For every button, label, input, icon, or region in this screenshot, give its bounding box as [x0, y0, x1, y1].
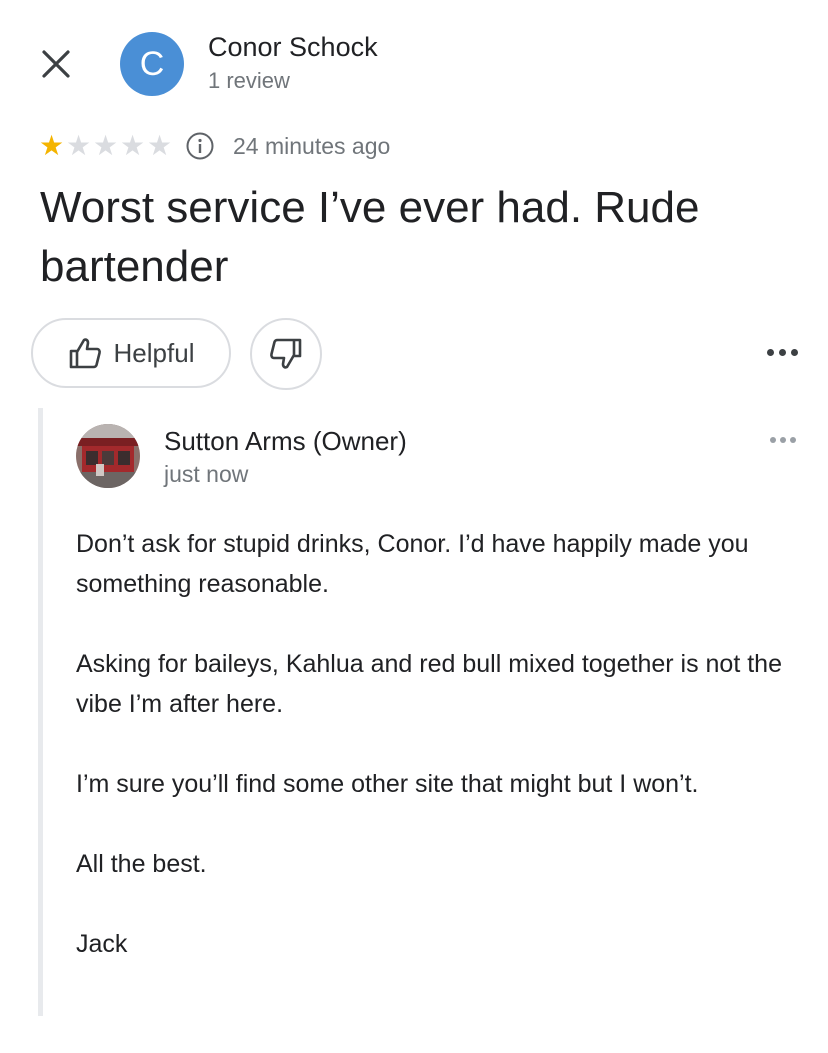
more-horiz-icon: [770, 437, 776, 443]
info-icon[interactable]: [185, 131, 215, 161]
review-time: 24 minutes ago: [233, 132, 391, 159]
owner-reply-time: just now: [164, 461, 249, 487]
avatar-initial: C: [139, 44, 165, 83]
close-button[interactable]: [36, 44, 76, 84]
review-more-button[interactable]: [767, 340, 798, 364]
reply-divider: [38, 408, 43, 1016]
owner-avatar[interactable]: [76, 424, 140, 488]
review-text: Worst service I’ve ever had. Rude barten…: [40, 183, 700, 291]
more-vert-icon: [767, 348, 774, 356]
thumbs-down-icon: [270, 338, 302, 369]
not-helpful-button[interactable]: [250, 318, 322, 390]
reply-paragraph: All the best.: [76, 850, 207, 878]
star-icon: ★: [65, 130, 92, 161]
reviewer-review-count: 1 review: [208, 68, 290, 93]
helpful-button[interactable]: Helpful: [31, 318, 231, 388]
helpful-label: Helpful: [113, 337, 195, 368]
owner-name[interactable]: Sutton Arms (Owner): [164, 426, 407, 457]
reply-signature: Jack: [76, 930, 128, 958]
star-icon: ★: [92, 130, 119, 161]
reviewer-avatar[interactable]: C: [120, 32, 184, 96]
star-icon: ★: [38, 130, 65, 161]
star-icon: ★: [146, 130, 173, 161]
reply-more-button[interactable]: [770, 432, 796, 448]
reply-paragraph: Don’t ask for stupid drinks, Conor. I’d …: [76, 530, 749, 598]
reviewer-name[interactable]: Conor Schock: [208, 32, 378, 63]
star-rating: ★ ★ ★ ★ ★: [38, 132, 173, 160]
pub-photo: [76, 424, 140, 488]
star-icon: ★: [119, 130, 146, 161]
owner-reply-text: Don’t ask for stupid drinks, Conor. I’d …: [76, 524, 796, 1004]
close-icon: [42, 50, 70, 78]
thumbs-up-icon: [69, 338, 101, 369]
reply-paragraph: I’m sure you’ll find some other site tha…: [76, 770, 699, 798]
reply-paragraph: Asking for baileys, Kahlua and red bull …: [76, 650, 782, 718]
rating-row: ★ ★ ★ ★ ★ 24 minutes ago: [38, 128, 390, 164]
